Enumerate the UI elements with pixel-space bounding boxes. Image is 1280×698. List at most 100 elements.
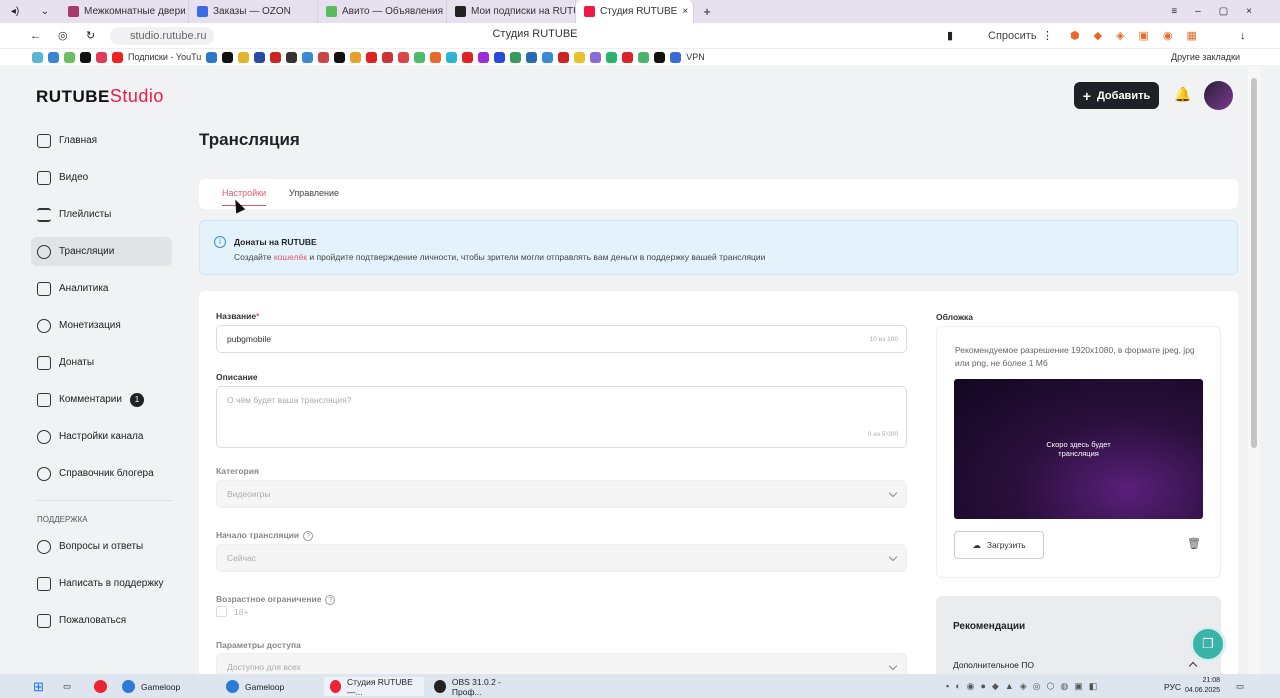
additional-software-item[interactable]: Дополнительное ПО xyxy=(953,660,1034,670)
tab-management[interactable]: Управление xyxy=(289,188,339,198)
youtube-icon[interactable] xyxy=(112,51,123,63)
upload-button[interactable]: ☁ Загрузить xyxy=(954,531,1044,559)
rutube-studio-logo[interactable]: RUTUBEStudio xyxy=(36,86,164,107)
bookmark-youtube[interactable]: Подписки - YouTu xyxy=(128,52,201,62)
description-field[interactable]: О чём будет ваша трансляция? 0 из 5 000 xyxy=(216,386,907,448)
bookmark-icon[interactable]: ▮ xyxy=(947,29,953,42)
bookmark-icon[interactable] xyxy=(590,51,602,63)
window-controls[interactable]: ≡–▢× xyxy=(1171,6,1280,17)
bookmark-icon[interactable] xyxy=(622,51,634,63)
sidebar-item-streams[interactable]: Трансляции xyxy=(31,237,172,266)
bookmark-icon[interactable] xyxy=(398,51,410,63)
bookmark-icon[interactable] xyxy=(510,51,522,63)
avatar[interactable] xyxy=(1204,81,1233,110)
page-scrollbar[interactable] xyxy=(1248,66,1260,674)
bookmark-icon[interactable] xyxy=(574,51,586,63)
browser-tab-active[interactable]: Студия RUTUBE × xyxy=(576,0,694,23)
sidebar-item-playlists[interactable]: Плейлисты xyxy=(31,200,172,229)
browser-tab[interactable]: Межкомнатные двери ко xyxy=(60,0,189,23)
url-field[interactable]: studio.rutube.ru xyxy=(110,27,214,45)
download-icon[interactable]: ↓ xyxy=(1240,30,1246,42)
taskbar-obs[interactable]: OBS 31.0.2 - Проф... xyxy=(428,677,532,697)
help-icon[interactable]: ? xyxy=(325,595,336,605)
yandex-browser-icon[interactable] xyxy=(88,677,113,696)
trash-icon[interactable]: 🗑 xyxy=(1187,537,1201,550)
notification-center-icon[interactable]: ▭ xyxy=(1230,677,1250,696)
bookmark-icon[interactable] xyxy=(254,51,266,63)
other-bookmarks[interactable]: Другие закладки xyxy=(1171,52,1280,62)
browser-tab[interactable]: Мои подписки на RUTUB xyxy=(447,0,576,23)
category-select[interactable]: Видеоигры xyxy=(216,480,907,508)
bookmark-icon[interactable] xyxy=(238,51,250,63)
bookmark-icon[interactable] xyxy=(542,51,554,63)
windows-start-icon[interactable]: ⊞ xyxy=(27,677,50,696)
bookmark-icon[interactable] xyxy=(350,51,362,63)
bookmark-icon[interactable] xyxy=(526,51,538,63)
wallet-link[interactable]: кошелёк xyxy=(274,252,307,262)
support-chat-button[interactable]: ❐ xyxy=(1190,626,1226,662)
reader-icon[interactable]: ◎ xyxy=(58,29,68,42)
sidebar-item-report[interactable]: Пожаловаться xyxy=(31,606,172,635)
bookmark-icon[interactable] xyxy=(286,51,298,63)
bookmark-icon[interactable] xyxy=(32,51,43,63)
bookmark-icon[interactable] xyxy=(558,51,570,63)
new-tab-icon[interactable]: + xyxy=(694,4,720,19)
bookmark-icon[interactable] xyxy=(414,51,426,63)
bookmark-icon[interactable] xyxy=(606,51,618,63)
bookmark-icon[interactable] xyxy=(638,51,650,63)
task-view-icon[interactable]: ▭ xyxy=(57,677,77,696)
notifications-bell-icon[interactable]: 🔔 xyxy=(1174,86,1191,103)
browser-tab[interactable]: Заказы — OZON xyxy=(189,0,318,23)
bookmark-icon[interactable] xyxy=(48,51,59,63)
back-icon[interactable]: ← xyxy=(30,30,41,42)
bookmark-icon[interactable] xyxy=(382,51,394,63)
bookmark-icon[interactable] xyxy=(96,51,107,63)
bookmark-icon[interactable] xyxy=(670,51,682,63)
ask-button[interactable]: Спросить xyxy=(988,30,1037,42)
bookmark-icon[interactable] xyxy=(462,51,474,63)
bookmark-vpn[interactable]: VPN xyxy=(686,52,705,62)
sidebar-item-blogger-guide[interactable]: Справочник блогера xyxy=(31,459,172,488)
bookmark-icon[interactable] xyxy=(302,51,314,63)
language-indicator[interactable]: РУС xyxy=(1158,677,1187,696)
bookmark-icon[interactable] xyxy=(80,51,91,63)
bookmark-icon[interactable] xyxy=(222,51,234,63)
extensions-icons[interactable]: ⬢◆◈▣◉▦ xyxy=(1070,29,1211,42)
reload-icon[interactable]: ↻ xyxy=(86,29,95,42)
scrollbar-thumb[interactable] xyxy=(1251,78,1257,448)
tab-settings[interactable]: Настройки xyxy=(222,188,267,206)
bookmark-icon[interactable] xyxy=(318,51,330,63)
tab-list-chevron-icon[interactable]: ⌄ xyxy=(30,6,60,17)
start-select[interactable]: Сейчас xyxy=(216,544,907,572)
age-checkbox[interactable] xyxy=(216,606,227,617)
sidebar-item-faq[interactable]: Вопросы и ответы xyxy=(31,532,172,561)
bookmark-icon[interactable] xyxy=(478,51,490,63)
add-button[interactable]: + Добавить xyxy=(1074,82,1159,109)
bookmark-icon[interactable] xyxy=(64,51,75,63)
sidebar-item-analytics[interactable]: Аналитика xyxy=(31,274,172,303)
system-tray-icons[interactable]: ▪◐◉●◆▲◈◎⬡◍▣◧ xyxy=(940,677,1109,696)
bookmark-icon[interactable] xyxy=(270,51,282,63)
sidebar-item-monetization[interactable]: Монетизация xyxy=(31,311,172,340)
chevron-up-icon[interactable] xyxy=(1188,661,1198,671)
taskbar-gameloop-1[interactable]: Gameloop xyxy=(116,677,216,696)
bookmark-icon[interactable] xyxy=(654,51,666,63)
bookmark-icon[interactable] xyxy=(430,51,442,63)
access-select[interactable]: Доступно для всех xyxy=(216,653,907,674)
menu-dots-icon[interactable]: ⋮ xyxy=(1042,29,1053,42)
bookmark-icon[interactable] xyxy=(494,51,506,63)
close-tab-icon[interactable]: × xyxy=(682,6,688,17)
bookmark-icon[interactable] xyxy=(446,51,458,63)
browser-tab[interactable]: Авито — Объявления на xyxy=(318,0,447,23)
bookmark-icon[interactable] xyxy=(334,51,346,63)
clock[interactable]: 21:08 04.06.2025 xyxy=(1185,676,1220,696)
name-field[interactable]: pubgmobile 10 из 100 xyxy=(216,325,907,353)
sidebar-item-channel-settings[interactable]: Настройки канала xyxy=(31,422,172,451)
taskbar-rutube-studio[interactable]: Студия RUTUBE —... xyxy=(324,677,424,697)
sidebar-item-donations[interactable]: Донаты xyxy=(31,348,172,377)
bookmark-icon[interactable] xyxy=(366,51,378,63)
sidebar-item-comments[interactable]: Комментарии 1 xyxy=(31,385,172,414)
sidebar-item-contact-support[interactable]: Написать в поддержку xyxy=(31,569,172,598)
bookmark-icon[interactable] xyxy=(206,51,218,63)
audio-icon[interactable]: ◂) xyxy=(0,6,30,17)
